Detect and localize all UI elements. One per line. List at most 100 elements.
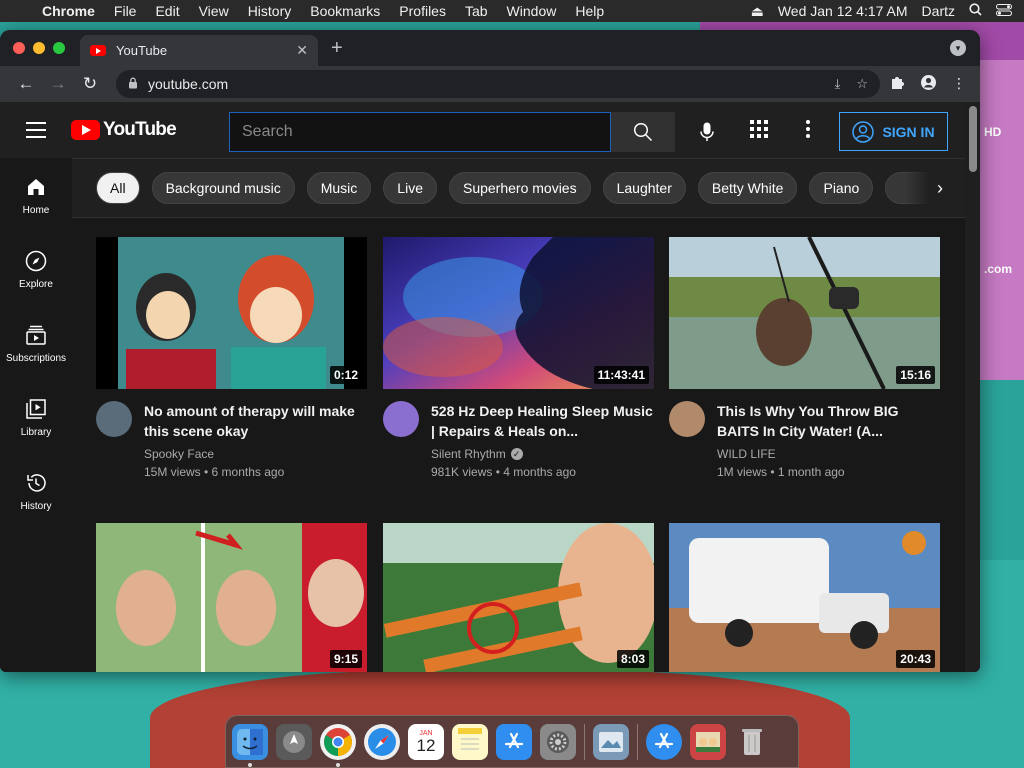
menu-history[interactable]: History bbox=[248, 3, 292, 19]
page-scrollbar[interactable] bbox=[965, 102, 980, 672]
sign-in-button[interactable]: SIGN IN bbox=[839, 112, 948, 151]
app-store-icon[interactable] bbox=[496, 723, 532, 760]
profile-icon[interactable] bbox=[921, 75, 936, 93]
video-card[interactable]: 15:16 This Is Why You Throw BIG BAITS In… bbox=[669, 237, 940, 479]
voice-search-button[interactable] bbox=[690, 115, 724, 149]
chip-music[interactable]: Music bbox=[306, 172, 372, 204]
safari-icon[interactable] bbox=[364, 723, 400, 760]
tab-search-icon[interactable]: ▾ bbox=[950, 40, 966, 56]
trash-icon[interactable] bbox=[734, 724, 770, 760]
bookmark-star-icon[interactable]: ☆ bbox=[856, 76, 868, 92]
install-app-icon[interactable]: ⤓ bbox=[835, 76, 841, 92]
video-card[interactable]: 9:15 bbox=[96, 523, 367, 672]
menu-file[interactable]: File bbox=[114, 3, 137, 19]
youtube-page: YouTube SIGN IN bbox=[0, 102, 980, 672]
chip-background-music[interactable]: Background music bbox=[151, 172, 295, 204]
chip-betty-white[interactable]: Betty White bbox=[697, 172, 798, 204]
sidebar-item-label: Library bbox=[20, 426, 52, 438]
chrome-icon[interactable] bbox=[320, 723, 356, 767]
system-preferences-icon[interactable] bbox=[540, 723, 576, 760]
menu-view[interactable]: View bbox=[199, 3, 229, 19]
extensions-puzzle-icon[interactable] bbox=[890, 75, 905, 93]
menu-profiles[interactable]: Profiles bbox=[399, 3, 446, 19]
close-window-button[interactable] bbox=[13, 42, 25, 54]
menu-window[interactable]: Window bbox=[507, 3, 557, 19]
chip-superhero-movies[interactable]: Superhero movies bbox=[448, 172, 591, 204]
chip-laughter[interactable]: Laughter bbox=[602, 172, 686, 204]
youtube-logo[interactable]: YouTube bbox=[71, 119, 177, 141]
video-card[interactable]: 8:03 bbox=[383, 523, 654, 672]
chip-live[interactable]: Live bbox=[383, 172, 437, 204]
menu-app-name[interactable]: Chrome bbox=[42, 3, 95, 19]
video-title[interactable]: 528 Hz Deep Healing Sleep Music | Repair… bbox=[431, 401, 654, 441]
video-card[interactable]: 20:43 bbox=[669, 523, 940, 672]
channel-name[interactable]: Spooky Face bbox=[144, 447, 367, 461]
video-thumbnail[interactable]: 9:15 bbox=[96, 523, 367, 672]
video-title[interactable]: No amount of therapy will make this scen… bbox=[144, 401, 367, 441]
search-input[interactable] bbox=[242, 123, 610, 141]
control-center-icon[interactable] bbox=[996, 3, 1012, 19]
menubar-user[interactable]: Dartz bbox=[922, 3, 955, 19]
eject-icon[interactable]: ⏏ bbox=[751, 3, 764, 20]
sidebar-item-label: Explore bbox=[19, 278, 53, 290]
video-card[interactable]: 11:43:41 528 Hz Deep Healing Sleep Music… bbox=[383, 237, 654, 479]
maximize-window-button[interactable] bbox=[53, 42, 65, 54]
address-bar[interactable]: youtube.com ⤓ ☆ bbox=[116, 70, 880, 98]
photo-booth-icon[interactable] bbox=[690, 723, 726, 760]
menu-bookmarks[interactable]: Bookmarks bbox=[310, 3, 380, 19]
channel-avatar[interactable] bbox=[383, 401, 419, 437]
sidebar-item-explore[interactable]: Explore bbox=[0, 232, 72, 306]
reload-icon[interactable]: ↻ bbox=[74, 74, 106, 94]
launchpad-icon[interactable] bbox=[276, 723, 312, 760]
back-arrow-icon[interactable]: ← bbox=[10, 74, 42, 94]
spotlight-search-icon[interactable] bbox=[969, 3, 982, 19]
lock-icon[interactable] bbox=[128, 77, 138, 92]
video-thumbnail[interactable]: 20:43 bbox=[669, 523, 940, 672]
chips-next-arrow-icon[interactable]: › bbox=[905, 159, 965, 217]
channel-name-text[interactable]: WILD LIFE bbox=[717, 447, 776, 461]
menubar-clock[interactable]: Wed Jan 12 4:17 AM bbox=[778, 3, 908, 19]
new-tab-button[interactable]: + bbox=[331, 37, 343, 60]
channel-name[interactable]: Silent Rhythm ✓ bbox=[431, 447, 654, 461]
menu-edit[interactable]: Edit bbox=[155, 3, 179, 19]
chrome-window: YouTube ✕ + ▾ ← → ↻ youtube.com ⤓ ☆ ⋮ Yo… bbox=[0, 30, 980, 672]
channel-name-text[interactable]: Spooky Face bbox=[144, 447, 214, 461]
video-thumbnail[interactable]: 0:12 bbox=[96, 237, 367, 389]
finder-icon[interactable] bbox=[232, 723, 268, 767]
hamburger-menu-icon[interactable] bbox=[26, 122, 46, 143]
video-duration: 0:12 bbox=[329, 366, 362, 384]
url-text[interactable]: youtube.com bbox=[148, 76, 228, 92]
tab-youtube[interactable]: YouTube ✕ bbox=[80, 35, 318, 66]
youtube-apps-icon[interactable] bbox=[750, 120, 768, 143]
video-card[interactable]: 0:12 No amount of therapy will make this… bbox=[96, 237, 367, 479]
chip-all[interactable]: All bbox=[96, 172, 140, 204]
account-circle-icon bbox=[852, 120, 875, 143]
video-thumbnail[interactable]: 8:03 bbox=[383, 523, 654, 672]
scrollbar-thumb[interactable] bbox=[969, 106, 977, 172]
sidebar-item-home[interactable]: Home bbox=[0, 158, 72, 232]
video-duration: 11:43:41 bbox=[593, 366, 649, 384]
menu-help[interactable]: Help bbox=[575, 3, 604, 19]
sidebar-item-history[interactable]: History bbox=[0, 454, 72, 528]
channel-avatar[interactable] bbox=[96, 401, 132, 437]
forward-arrow-icon[interactable]: → bbox=[42, 74, 74, 94]
search-button[interactable] bbox=[611, 112, 675, 152]
sidebar-item-subscriptions[interactable]: Subscriptions bbox=[0, 306, 72, 380]
minimize-window-button[interactable] bbox=[33, 42, 45, 54]
channel-name-text[interactable]: Silent Rhythm bbox=[431, 447, 506, 461]
video-thumbnail[interactable]: 11:43:41 bbox=[383, 237, 654, 389]
chrome-menu-icon[interactable]: ⋮ bbox=[952, 75, 966, 93]
close-tab-icon[interactable]: ✕ bbox=[296, 42, 308, 59]
video-title[interactable]: This Is Why You Throw BIG BAITS In City … bbox=[717, 401, 940, 441]
menu-tab[interactable]: Tab bbox=[465, 3, 488, 19]
settings-more-icon[interactable] bbox=[806, 120, 810, 143]
notes-icon[interactable] bbox=[452, 723, 488, 760]
preview-icon[interactable] bbox=[593, 723, 629, 760]
channel-name[interactable]: WILD LIFE bbox=[717, 447, 940, 461]
app-store-folder-icon[interactable] bbox=[646, 723, 682, 760]
channel-avatar[interactable] bbox=[669, 401, 705, 437]
sidebar-item-library[interactable]: Library bbox=[0, 380, 72, 454]
calendar-icon[interactable]: JAN 12 bbox=[408, 723, 444, 760]
chip-piano[interactable]: Piano bbox=[809, 172, 874, 204]
video-thumbnail[interactable]: 15:16 bbox=[669, 237, 940, 389]
